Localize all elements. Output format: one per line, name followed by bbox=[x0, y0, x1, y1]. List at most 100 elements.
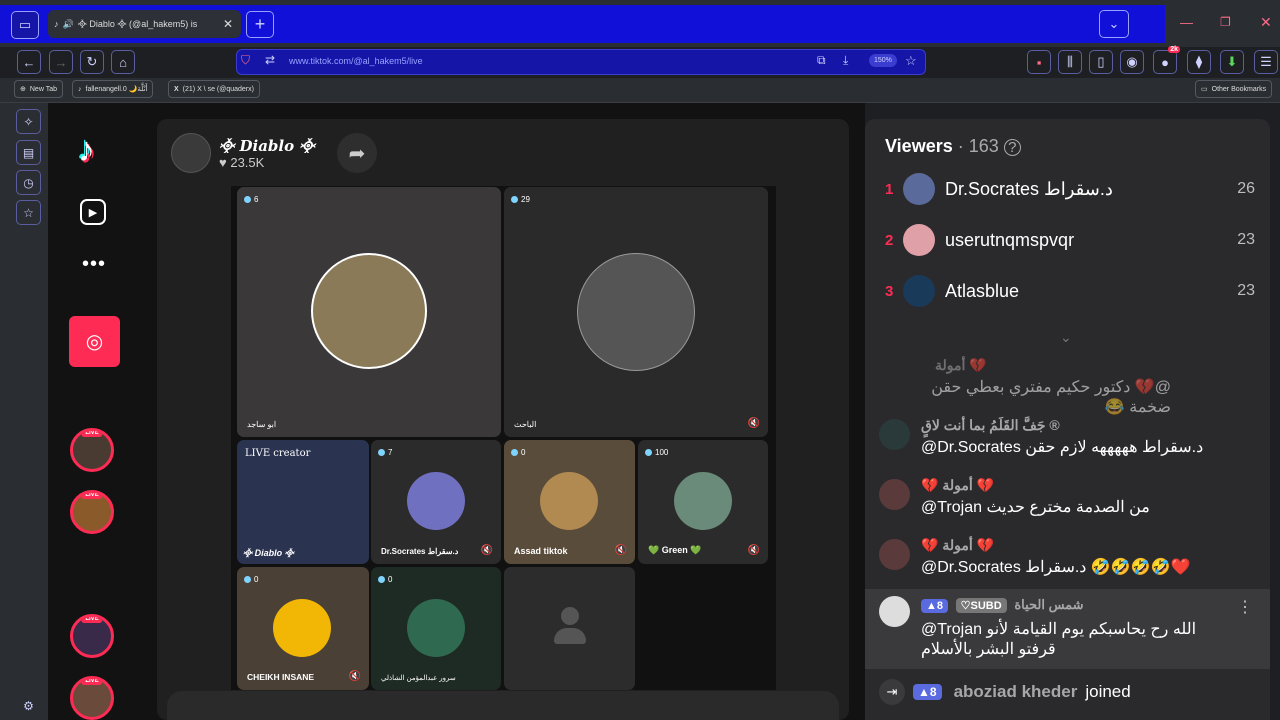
maximize-icon[interactable]: ❐ bbox=[1220, 15, 1231, 29]
live-tab-icon[interactable]: ◎ bbox=[69, 316, 120, 367]
guest-tile-4[interactable]: 7 Dr.Socrates د.سقراط 🔇 bbox=[371, 440, 501, 564]
new-tab-button[interactable]: + bbox=[246, 11, 274, 38]
guest-tile-2[interactable]: 29 الباحث 🔇 bbox=[504, 187, 768, 437]
live-badge: LIVE bbox=[81, 493, 103, 499]
share-icon[interactable]: ➦ bbox=[337, 133, 377, 173]
speaker-icon[interactable]: 🔊 bbox=[63, 19, 74, 30]
chat-user: أمولة 💔 bbox=[935, 357, 987, 373]
chat-message: 💔 أمولة 💔 @Dr.Socrates د.سقراط 🤣🤣🤣🤣❤️ bbox=[879, 537, 1259, 585]
count-value: 0 bbox=[521, 448, 526, 457]
history-icon[interactable]: ◷ bbox=[16, 170, 41, 195]
guest-tile-1[interactable]: 6 ابو ساجد bbox=[237, 187, 501, 437]
viewer-count: 0 bbox=[244, 575, 258, 584]
close-tab-icon[interactable]: ✕ bbox=[223, 17, 233, 31]
guest-avatar bbox=[540, 472, 598, 530]
other-bookmarks[interactable]: ▭ Other Bookmarks bbox=[1195, 80, 1273, 98]
live-stream-panel: ᳀ Diablo ᳀ ♥ 23.5K ➦ 6 ابو ساجد 29 الباح… bbox=[157, 119, 849, 720]
minimize-icon[interactable]: — bbox=[1180, 15, 1193, 30]
site-settings-icon[interactable]: ⇄ bbox=[265, 53, 275, 67]
bookmark-new-tab[interactable]: ⊕ New Tab bbox=[14, 80, 63, 98]
extensions-puzzle-icon[interactable]: ⧫ bbox=[1187, 50, 1211, 74]
account-icon[interactable]: ◉ bbox=[1120, 50, 1144, 74]
live-avatar-3[interactable]: LIVE bbox=[70, 614, 114, 658]
person-placeholder-icon bbox=[554, 607, 586, 647]
viewer-row[interactable]: 2 userutnqmspvqr 23 bbox=[885, 222, 1255, 258]
count-value: 6 bbox=[254, 195, 259, 204]
download-icon[interactable]: ⬇ bbox=[1220, 50, 1244, 74]
picture-in-picture-icon[interactable]: ⧉ bbox=[817, 53, 826, 68]
bookmark-tiktok[interactable]: ♪ fallenangell.0 🌙أَنْلَّهَ bbox=[72, 80, 154, 98]
chat-user[interactable]: 💔 أمولة 💔 bbox=[921, 477, 994, 494]
extension-red-icon[interactable]: ▪ bbox=[1027, 50, 1051, 74]
reading-list-icon[interactable]: ▤ bbox=[16, 140, 41, 165]
tiktok-logo-icon[interactable]: ♪ bbox=[78, 131, 95, 170]
address-bar[interactable]: ⛉ ⇄ www.tiktok.com/@al_hakem5/live ⧉ ⤓ 1… bbox=[236, 49, 926, 75]
zoom-level[interactable]: 150% bbox=[869, 54, 897, 67]
chat-avatar[interactable] bbox=[879, 539, 910, 570]
browser-side-panel: ✧ ▤ ◷ ☆ ⚙ bbox=[0, 103, 48, 720]
chat-user[interactable]: 💔 أمولة 💔 bbox=[921, 537, 994, 554]
chat-user[interactable]: شمس الحياة bbox=[1014, 597, 1083, 612]
guest-tile-7[interactable]: 0 CHEIKH INSANE 🔇 bbox=[237, 567, 369, 690]
tab-active[interactable]: ♪ 🔊 ᳀ Diablo ᳀ (@al_hakem5) is LIVE ✕ bbox=[48, 10, 241, 38]
tab-list-chevron-icon[interactable]: ⌄ bbox=[1099, 10, 1129, 38]
chat-avatar[interactable] bbox=[879, 419, 910, 450]
ai-sparkle-icon[interactable]: ✧ bbox=[16, 109, 41, 134]
host-avatar[interactable] bbox=[171, 133, 211, 173]
bookmark-star-icon[interactable]: ☆ bbox=[905, 53, 917, 69]
guest-tile-3[interactable]: LIVE creator ᳀ Diablo ᳀ bbox=[237, 440, 369, 564]
shield-icon[interactable]: ⛉ bbox=[241, 53, 250, 68]
favorites-star-icon[interactable]: ☆ bbox=[16, 200, 41, 225]
more-dots-icon[interactable]: ••• bbox=[82, 253, 106, 276]
chat-avatar[interactable] bbox=[879, 479, 910, 510]
chat-user[interactable]: جَفَّ القَلَمُ بما أنت لاقٍ ® bbox=[921, 417, 1060, 434]
download-page-icon[interactable]: ⤓ bbox=[843, 53, 848, 68]
bookmark-x[interactable]: X (21) X \ se (@quaderx) bbox=[168, 80, 260, 98]
viewer-row[interactable]: 3 Atlasblue 23 bbox=[885, 273, 1255, 309]
chat-message-highlighted[interactable]: ▲8 ♡SUBD شمس الحياة @Trojan الله رح يحاس… bbox=[865, 589, 1270, 669]
window-menu-icon[interactable]: ▭ bbox=[11, 11, 39, 39]
extension-badge-icon[interactable]: 2k ● bbox=[1153, 46, 1180, 74]
forward-icon[interactable]: → bbox=[49, 50, 73, 74]
reload-icon[interactable]: ↻ bbox=[80, 50, 104, 74]
live-avatar-4[interactable]: LIVE bbox=[70, 676, 114, 720]
home-feed-icon[interactable]: ▶ bbox=[80, 199, 106, 225]
host-name[interactable]: ᳀ Diablo ᳀ bbox=[219, 135, 315, 157]
close-window-icon[interactable]: ✕ bbox=[1260, 14, 1272, 31]
guest-tile-8[interactable]: 0 سرور عبدالمؤمن الشاذلي bbox=[371, 567, 501, 690]
home-icon[interactable]: ⌂ bbox=[111, 50, 135, 74]
chat-avatar[interactable] bbox=[879, 596, 910, 627]
live-badge: LIVE bbox=[81, 679, 103, 685]
guest-tile-6[interactable]: 100 💚 Green 💚 🔇 bbox=[638, 440, 768, 564]
viewer-row[interactable]: 1 Dr.Socrates د.سقراط 26 bbox=[885, 171, 1255, 207]
guest-name: 💚 Green 💚 bbox=[648, 545, 702, 555]
guest-tile-5[interactable]: 0 Assad tiktok 🔇 bbox=[504, 440, 635, 564]
count-value: 100 bbox=[655, 448, 669, 457]
chat-text: @Dr.Socrates د.سقراط 🤣🤣🤣🤣❤️ bbox=[921, 559, 1191, 576]
eye-icon bbox=[244, 196, 251, 203]
count-value: 0 bbox=[388, 575, 393, 584]
sidebar-toggle-icon[interactable]: ▯ bbox=[1089, 50, 1113, 74]
menu-icon[interactable]: ☰ bbox=[1254, 50, 1278, 74]
viewer-avatar bbox=[903, 275, 935, 307]
settings-gear-icon[interactable]: ⚙ bbox=[16, 693, 41, 718]
level-badge: ▲8 bbox=[921, 599, 949, 613]
gift-bar bbox=[167, 691, 839, 720]
chat-message: أمولة 💔 @💔 دكتور حكيم مفتري بعطي حقن ضخم… bbox=[879, 357, 1259, 416]
help-icon[interactable]: ? bbox=[1003, 139, 1021, 156]
count-value: 0 bbox=[254, 575, 259, 584]
url-text[interactable]: www.tiktok.com/@al_hakem5/live bbox=[289, 56, 423, 66]
level-value: 8 bbox=[929, 685, 937, 699]
collapse-chevron-icon[interactable]: ⌄ bbox=[1060, 329, 1072, 346]
live-avatar-2[interactable]: LIVE bbox=[70, 490, 114, 534]
library-icon[interactable]: ⫼ bbox=[1058, 50, 1082, 74]
live-avatar-1[interactable]: LIVE bbox=[70, 428, 114, 472]
join-user[interactable]: aboziad kheder bbox=[954, 682, 1078, 702]
back-icon[interactable]: ← bbox=[17, 50, 41, 74]
empty-seat-tile[interactable] bbox=[504, 567, 635, 690]
guest-name: CHEIKH INSANE bbox=[247, 672, 315, 682]
chat-message: 💔 أمولة 💔 @Trojan من الصدمة مخترع حديث bbox=[879, 477, 1259, 525]
tab-title: ᳀ Diablo ᳀ (@al_hakem5) is LIVE bbox=[77, 18, 198, 29]
more-options-icon[interactable]: ⋮ bbox=[1237, 597, 1253, 617]
guest-avatar bbox=[311, 253, 427, 369]
